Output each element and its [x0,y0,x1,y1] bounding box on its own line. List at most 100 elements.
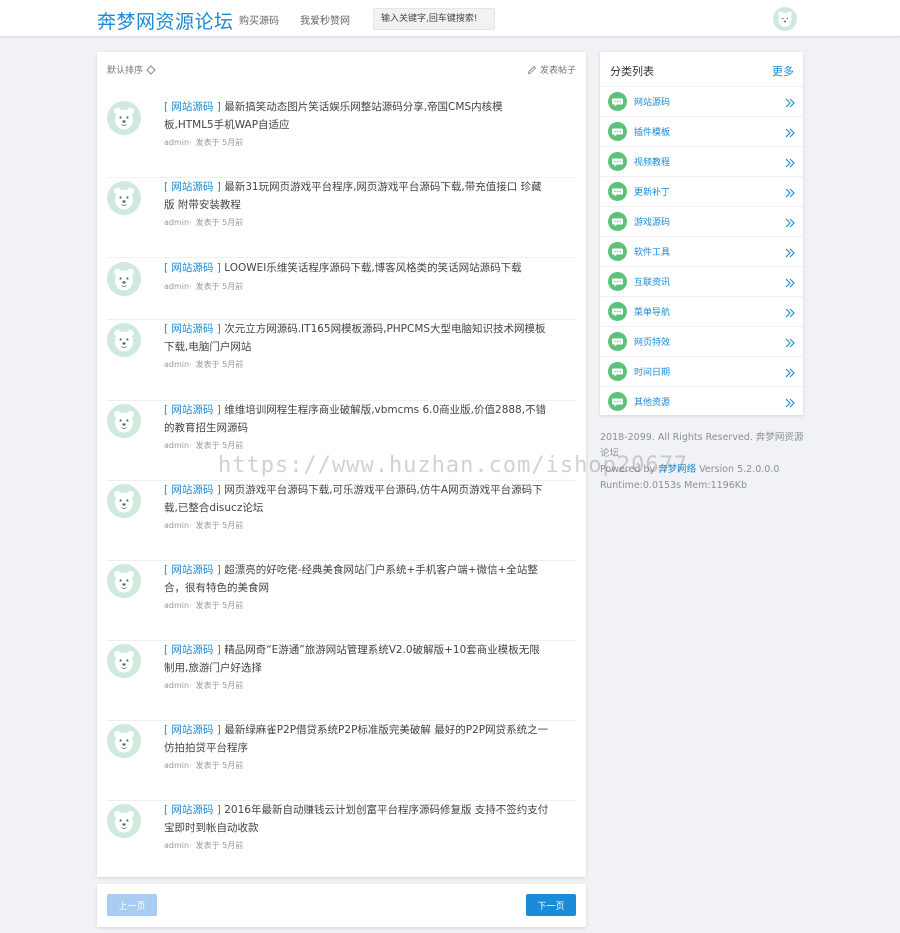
sidebar-item-label[interactable]: 网站源码 [634,95,670,108]
post-category-link[interactable]: [ 网站源码 ] [164,181,221,193]
post-row[interactable]: [ 网站源码 ] 次元立方网源码.IT165网模板源码,PHPCMS大型电脑知识… [107,320,576,401]
post-row[interactable]: [ 网站源码 ] 维维培训网程生程序商业破解版,vbmcms 6.0商业版,价值… [107,401,576,481]
sidebar-item-label[interactable]: 其他资源 [634,395,670,408]
post-author[interactable]: admin· [164,841,192,850]
post-title-text[interactable]: 网页游戏平台源码下载,可乐游戏平台源码,仿牛A网页游戏平台源码下载,已整合dis… [164,484,543,514]
post-avatar-icon[interactable] [107,724,141,758]
post-avatar-icon[interactable] [107,262,141,296]
sidebar-item-label[interactable]: 更新补丁 [634,185,670,198]
sidebar-more-link[interactable]: 更多 [772,63,794,79]
post-title[interactable]: [ 网站源码 ] 超漂亮的好吃佬-经典美食网站门户系统+手机客户端+微信+全站整… [164,561,549,597]
post-category-link[interactable]: [ 网站源码 ] [164,323,221,335]
post-author[interactable]: admin· [164,282,192,291]
sidebar-item-label[interactable]: 游戏源码 [634,215,670,228]
post-avatar-icon[interactable] [107,323,141,357]
sidebar-item-label[interactable]: 菜单导航 [634,305,670,318]
sidebar-item[interactable]: 其他资源 [600,386,803,416]
sidebar-item[interactable]: 软件工具 [600,236,803,266]
double-chevron-right-icon[interactable] [784,364,796,378]
post-author[interactable]: admin· [164,360,192,369]
post-row[interactable]: [ 网站源码 ] 2016年最新自动赚钱云计划创富平台程序源码修复版 支持不签约… [107,801,576,881]
sidebar-item[interactable]: 更新补丁 [600,176,803,206]
post-category-link[interactable]: [ 网站源码 ] [164,804,221,816]
next-page-button[interactable]: 下一页 [526,894,576,916]
post-title-text[interactable]: 超漂亮的好吃佬-经典美食网站门户系统+手机客户端+微信+全站整合，很有特色的美食… [164,564,538,594]
post-title[interactable]: [ 网站源码 ] 网页游戏平台源码下载,可乐游戏平台源码,仿牛A网页游戏平台源码… [164,481,549,517]
post-category-link[interactable]: [ 网站源码 ] [164,724,221,736]
post-row[interactable]: [ 网站源码 ] 超漂亮的好吃佬-经典美食网站门户系统+手机客户端+微信+全站整… [107,561,576,641]
sidebar-item[interactable]: 互联资讯 [600,266,803,296]
post-category-link[interactable]: [ 网站源码 ] [164,564,221,576]
sidebar-item[interactable]: 游戏源码 [600,206,803,236]
nav-link-buy-source[interactable]: 购买源码 [239,12,279,27]
double-chevron-right-icon[interactable] [784,394,796,408]
sidebar-item-label[interactable]: 插件模板 [634,125,670,138]
post-avatar-icon[interactable] [107,101,141,135]
post-title[interactable]: [ 网站源码 ] 精品网奇“E游通”旅游网站管理系统V2.0破解版+10套商业模… [164,641,549,677]
post-category-link[interactable]: [ 网站源码 ] [164,262,221,274]
post-row[interactable]: [ 网站源码 ] 网页游戏平台源码下载,可乐游戏平台源码,仿牛A网页游戏平台源码… [107,481,576,561]
post-avatar-icon[interactable] [107,564,141,598]
post-category-link[interactable]: [ 网站源码 ] [164,101,221,113]
post-row[interactable]: [ 网站源码 ] LOOWEI乐维笑话程序源码下载,博客风格类的笑话网站源码下载… [107,259,576,320]
post-title-text[interactable]: 最新绿麻雀P2P借贷系统P2P标准版完美破解 最好的P2P网贷系统之一 仿拍拍贷… [164,724,548,754]
post-row[interactable]: [ 网站源码 ] 最新31玩网页游戏平台程序,网页游戏平台源码下载,带充值接口 … [107,178,576,258]
sidebar-item[interactable]: 插件模板 [600,116,803,146]
post-author[interactable]: admin· [164,138,192,147]
double-chevron-right-icon[interactable] [784,94,796,108]
sidebar-item[interactable]: 视频教程 [600,146,803,176]
post-author[interactable]: admin· [164,521,192,530]
post-author[interactable]: admin· [164,601,192,610]
post-title[interactable]: [ 网站源码 ] 最新搞笑动态图片笑话娱乐网整站源码分享,帝国CMS内核模板,H… [164,98,549,134]
post-row[interactable]: [ 网站源码 ] 精品网奇“E游通”旅游网站管理系统V2.0破解版+10套商业模… [107,641,576,721]
post-author[interactable]: admin· [164,681,192,690]
sidebar-item-label[interactable]: 时间日期 [634,365,670,378]
post-title[interactable]: [ 网站源码 ] 2016年最新自动赚钱云计划创富平台程序源码修复版 支持不签约… [164,801,549,837]
post-avatar-icon[interactable] [107,181,141,215]
post-author[interactable]: admin· [164,761,192,770]
sidebar-item-label[interactable]: 软件工具 [634,245,670,258]
double-chevron-right-icon[interactable] [784,244,796,258]
sidebar-item[interactable]: 时间日期 [600,356,803,386]
double-chevron-right-icon[interactable] [784,214,796,228]
post-category-link[interactable]: [ 网站源码 ] [164,484,221,496]
post-title-text[interactable]: LOOWEI乐维笑话程序源码下载,博客风格类的笑话网站源码下载 [224,262,521,274]
double-chevron-right-icon[interactable] [784,124,796,138]
nav-link-miaozan[interactable]: 我爱秒赞网 [300,12,350,27]
sidebar-item-label[interactable]: 视频教程 [634,155,670,168]
post-title-text[interactable]: 最新31玩网页游戏平台程序,网页游戏平台源码下载,带充值接口 珍藏版 附带安装教… [164,181,542,211]
post-author[interactable]: admin· [164,218,192,227]
site-logo[interactable]: 奔梦网资源论坛 [97,7,234,34]
double-chevron-right-icon[interactable] [784,304,796,318]
post-title[interactable]: [ 网站源码 ] 次元立方网源码.IT165网模板源码,PHPCMS大型电脑知识… [164,320,549,356]
post-title[interactable]: [ 网站源码 ] 维维培训网程生程序商业破解版,vbmcms 6.0商业版,价值… [164,401,549,437]
post-row[interactable]: [ 网站源码 ] 最新搞笑动态图片笑话娱乐网整站源码分享,帝国CMS内核模板,H… [107,98,576,178]
double-chevron-right-icon[interactable] [784,274,796,288]
sidebar-item-label[interactable]: 互联资讯 [634,275,670,288]
search-input[interactable] [373,8,495,30]
sidebar-item[interactable]: 网页特效 [600,326,803,356]
prev-page-button[interactable]: 上一页 [107,894,157,916]
new-post-button[interactable]: 发表帖子 [527,63,576,76]
double-chevron-right-icon[interactable] [784,184,796,198]
post-category-link[interactable]: [ 网站源码 ] [164,644,221,656]
post-title[interactable]: [ 网站源码 ] LOOWEI乐维笑话程序源码下载,博客风格类的笑话网站源码下载 [164,259,549,277]
post-title-text[interactable]: 2016年最新自动赚钱云计划创富平台程序源码修复版 支持不签约支付宝即时到帐自动… [164,804,548,834]
post-avatar-icon[interactable] [107,484,141,518]
post-avatar-icon[interactable] [107,804,141,838]
user-avatar-icon[interactable] [773,7,797,31]
post-author[interactable]: admin· [164,441,192,450]
double-chevron-right-icon[interactable] [784,334,796,348]
post-title-text[interactable]: 维维培训网程生程序商业破解版,vbmcms 6.0商业版,价值2888,不错的教… [164,404,546,434]
sort-dropdown[interactable]: 默认排序 [107,63,156,76]
post-avatar-icon[interactable] [107,404,141,438]
post-avatar-icon[interactable] [107,644,141,678]
post-title[interactable]: [ 网站源码 ] 最新31玩网页游戏平台程序,网页游戏平台源码下载,带充值接口 … [164,178,549,214]
post-row[interactable]: [ 网站源码 ] 最新绿麻雀P2P借贷系统P2P标准版完美破解 最好的P2P网贷… [107,721,576,801]
footer-powered-link[interactable]: 奔梦网络 [658,464,696,475]
post-title-text[interactable]: 精品网奇“E游通”旅游网站管理系统V2.0破解版+10套商业模板无限制用,旅游门… [164,644,540,674]
post-title-text[interactable]: 次元立方网源码.IT165网模板源码,PHPCMS大型电脑知识技术网模板下载,电… [164,323,546,353]
double-chevron-right-icon[interactable] [784,154,796,168]
post-category-link[interactable]: [ 网站源码 ] [164,404,221,416]
sidebar-item-label[interactable]: 网页特效 [634,335,670,348]
